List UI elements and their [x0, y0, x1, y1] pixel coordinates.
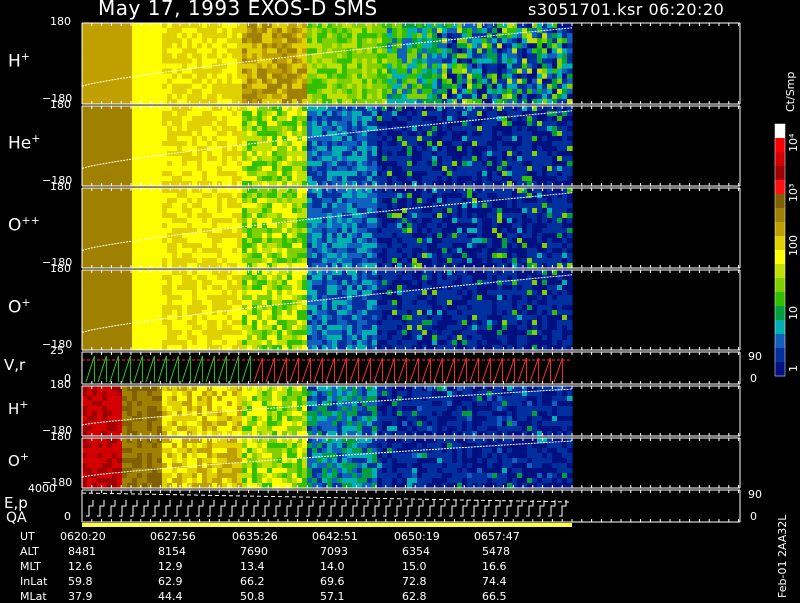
colorbar-tick-label: 1 — [787, 365, 800, 372]
colorbar-swatch — [775, 166, 785, 181]
colorbar-tick-label: 10⁴ — [787, 134, 800, 152]
colorbar-swatch — [775, 278, 785, 293]
colorbar-swatch — [775, 292, 785, 307]
footer-value: 14.0 — [320, 560, 345, 573]
footer-value: 0627:56 — [150, 530, 196, 543]
footer-value: 0635:26 — [232, 530, 278, 543]
colorbar-swatch — [775, 138, 785, 153]
qa-label: QA — [6, 510, 27, 526]
colorbar-swatch — [775, 236, 785, 251]
spectrogram-plot — [0, 0, 800, 600]
footer-value: 16.6 — [482, 560, 507, 573]
y-top-label: 180 — [50, 180, 71, 193]
colorbar-swatch — [775, 180, 785, 195]
footer-value: 15.0 — [402, 560, 427, 573]
y-top-label: 180 — [50, 430, 71, 443]
colorbar-swatch — [775, 124, 785, 139]
footer-value: 50.8 — [240, 590, 265, 603]
y-top-label: 180 — [50, 262, 71, 275]
right-top-label: 90 — [748, 488, 762, 501]
panel-label: H+ — [8, 398, 29, 418]
footer-value: 0650:19 — [394, 530, 440, 543]
colorbar-unit: Ct/Smp — [784, 72, 797, 112]
footer-value: 12.9 — [158, 560, 183, 573]
y-top-label: 4000 — [28, 482, 56, 495]
y-top-label: 180 — [50, 98, 71, 111]
y-top-label: 25 — [50, 344, 64, 357]
panel-label: O++ — [8, 214, 40, 236]
footer-row-label: ALT — [20, 545, 39, 558]
footer-row-label: UT — [20, 530, 35, 543]
qa-bar — [82, 523, 572, 527]
y-top-label: 180 — [50, 15, 71, 28]
footer-value: 59.8 — [68, 575, 93, 588]
footer-value: 66.2 — [240, 575, 265, 588]
colorbar-swatch — [775, 250, 785, 265]
footer-row-label: InLat — [20, 575, 47, 588]
colorbar-swatch — [775, 264, 785, 279]
footer-value: 7690 — [240, 545, 268, 558]
footer-value: 6354 — [402, 545, 430, 558]
colorbar-swatch — [775, 152, 785, 167]
colorbar-tick-label: 10³ — [787, 184, 800, 202]
y-bottom-label: 0 — [64, 510, 71, 523]
colorbar-tick-label: 10 — [787, 306, 800, 320]
footer-row-label: MLT — [20, 560, 41, 573]
panel-label: V,r — [4, 356, 25, 374]
colorbar-tick-label: 100 — [787, 235, 800, 256]
colorbar-swatch — [775, 306, 785, 321]
footer-value: 13.4 — [240, 560, 265, 573]
right-bottom-label: 0 — [750, 372, 757, 385]
colorbar-swatch — [775, 362, 785, 377]
footer-value: 5478 — [482, 545, 510, 558]
footer-value: 37.9 — [68, 590, 93, 603]
footer-value: 7093 — [320, 545, 348, 558]
footer-value: 8481 — [68, 545, 96, 558]
file-time: s3051701.ksr 06:20:20 — [528, 0, 724, 19]
colorbar-swatch — [775, 194, 785, 209]
plot-title: May 17, 1993 EXOS-D SMS — [98, 0, 378, 20]
footer-row-label: MLat — [20, 590, 47, 603]
footer-value: 8154 — [158, 545, 186, 558]
right-bottom-label: 0 — [750, 510, 757, 523]
colorbar-swatch — [775, 208, 785, 223]
footer-value: 0642:51 — [312, 530, 358, 543]
y-top-label: 180 — [50, 378, 71, 391]
panel-label: O+ — [8, 450, 29, 470]
panel-label: O+ — [8, 296, 31, 318]
colorbar-swatch — [775, 348, 785, 363]
panel-label: H+ — [8, 50, 30, 72]
right-top-label: 90 — [748, 350, 762, 363]
footer-value: 62.8 — [402, 590, 427, 603]
footer-value: 66.5 — [482, 590, 507, 603]
footer-value: 57.1 — [320, 590, 345, 603]
footer-value: 12.6 — [68, 560, 93, 573]
footer-value: 0620:20 — [60, 530, 106, 543]
footer-value: 74.4 — [482, 575, 507, 588]
footer-value: 44.4 — [158, 590, 183, 603]
footer-value: 72.8 — [402, 575, 427, 588]
footer-value: 62.9 — [158, 575, 183, 588]
panel-label: He+ — [8, 132, 40, 154]
footer-value: 0657:47 — [474, 530, 520, 543]
footer-value: 69.6 — [320, 575, 345, 588]
side-note: Feb-01 2AA32L — [776, 515, 789, 598]
colorbar-swatch — [775, 320, 785, 335]
colorbar-swatch — [775, 222, 785, 237]
colorbar-swatch — [775, 334, 785, 349]
